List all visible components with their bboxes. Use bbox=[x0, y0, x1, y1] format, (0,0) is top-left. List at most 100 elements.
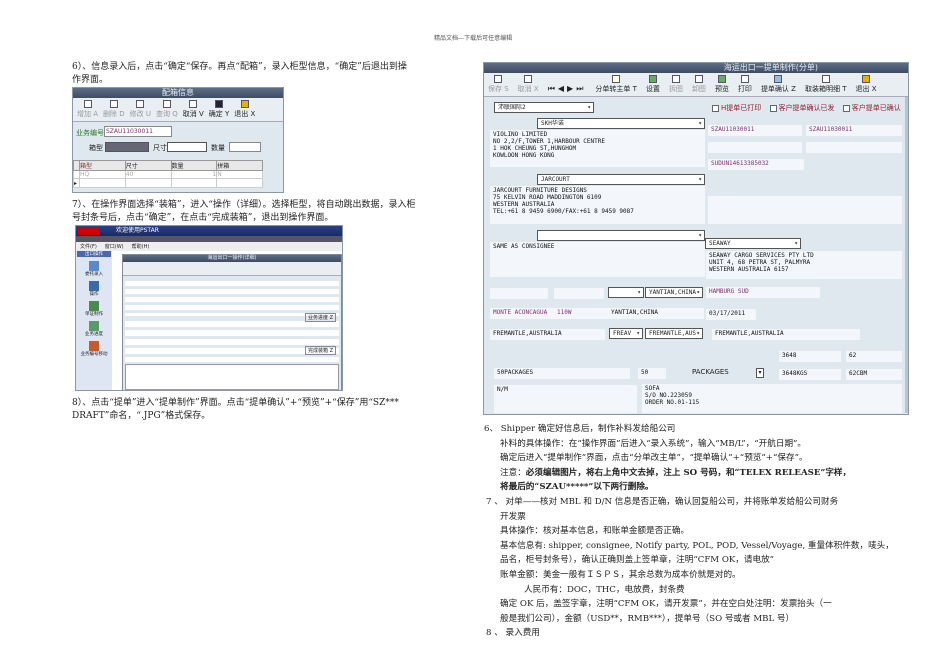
text-line: 注意： bbox=[500, 467, 526, 478]
sent-checkbox[interactable] bbox=[769, 104, 777, 112]
dialog-toolbar: 增加 A 删除 D 修改 U 查询 Q 取消 V 确定 Y 退出 X bbox=[73, 98, 283, 122]
confirm-button[interactable]: 确定 Y bbox=[209, 100, 229, 119]
company-select[interactable]: 沛联国际2 bbox=[494, 102, 594, 113]
edit-icon bbox=[136, 100, 145, 108]
exit-button[interactable]: 退出 X bbox=[234, 100, 255, 119]
text-line: 开发票 bbox=[500, 511, 526, 522]
sidebar-item[interactable]: 操作 bbox=[76, 281, 112, 297]
unload-button[interactable]: 卸图 bbox=[692, 75, 706, 94]
menu-file[interactable]: 文件(F) bbox=[80, 243, 97, 250]
empty-field[interactable] bbox=[806, 142, 902, 153]
weight-kg-field[interactable]: 3648KGS bbox=[779, 369, 841, 380]
col-header: 尺寸 bbox=[124, 160, 172, 171]
step8-line: 8）、点击“提单”进入“提单制作”界面。点击“提单确认”+“预览”+“保存”用“… bbox=[72, 398, 399, 408]
weight-field[interactable]: 3648 bbox=[779, 351, 841, 362]
query-button[interactable]: 查询 Q bbox=[156, 100, 178, 119]
container-dialog-screenshot: 配箱信息 增加 A 删除 D 修改 U 查询 Q 取消 V 确定 Y 退出 X … bbox=[72, 87, 284, 193]
document-icon bbox=[821, 75, 830, 83]
printed-checkbox[interactable] bbox=[712, 104, 719, 112]
agent-select[interactable]: SEAWAY bbox=[705, 238, 801, 249]
right-instructions: 6、 Shipper 确定好信息后，制作补料发给船公司 补料的具体操作：在“操作… bbox=[484, 422, 894, 641]
unload-icon bbox=[694, 75, 703, 83]
carrier-field[interactable]: HAMBURG SUD bbox=[706, 287, 820, 298]
qty-input[interactable] bbox=[229, 142, 261, 152]
step7-line: 号封条号后，点击“确定”，在点击“完成装箱”，退出到操作界面。 bbox=[72, 213, 334, 223]
empty-field[interactable] bbox=[708, 196, 902, 224]
box-type-label: 箱型 bbox=[89, 144, 103, 152]
text-line: 账单金额：美金一般有ＩＳＰＳ，其余总数为成本价就是对的。 bbox=[500, 569, 741, 580]
consignee-select[interactable]: JARCOURT bbox=[537, 174, 705, 185]
sidebar-item[interactable]: 业务进度 bbox=[76, 321, 112, 337]
biz-number-input[interactable]: SZAU11030011 bbox=[104, 126, 172, 137]
sidebar-item[interactable]: 委托录入 bbox=[76, 261, 112, 277]
menu-help[interactable]: 帮助(H) bbox=[132, 243, 150, 250]
destination-field[interactable]: FREMANTLE,AUSTRALIA bbox=[712, 329, 860, 340]
settings-button[interactable]: 设置 bbox=[646, 75, 660, 94]
sidebar-item[interactable]: 业务编号移动 bbox=[76, 341, 112, 357]
print-button[interactable]: 打印 bbox=[738, 75, 752, 94]
packing-detail-button[interactable]: 取装箱明细 T bbox=[805, 75, 846, 94]
save-button[interactable]: 保存 S bbox=[488, 75, 509, 94]
complete-packing-button[interactable]: 完成装箱 Z bbox=[304, 346, 336, 355]
code-select[interactable] bbox=[608, 287, 644, 298]
consignee-field[interactable]: JARCOURT FURNITURE DESIGNS 75 KELVIN ROA… bbox=[490, 186, 705, 224]
shipper-field[interactable]: VIOLINO LIMITED NO 2,2/F,TOWER 1,HARBOUR… bbox=[490, 130, 705, 167]
date-field[interactable]: 03/17/2011 bbox=[706, 309, 756, 320]
split-button[interactable]: 拆图 bbox=[669, 75, 683, 94]
bl-confirm-button[interactable]: 提单确认 Z bbox=[761, 75, 796, 94]
delete-icon bbox=[109, 100, 118, 108]
shipper-select[interactable]: SKH华诺 bbox=[537, 118, 705, 129]
notify-field[interactable]: SAME AS CONSIGNEE bbox=[490, 242, 705, 277]
split-to-master-button[interactable]: 分单转主单 T bbox=[595, 75, 637, 94]
empty-field[interactable] bbox=[554, 288, 604, 299]
size-select[interactable] bbox=[167, 142, 207, 152]
menu-window[interactable]: 窗口(W) bbox=[105, 243, 124, 250]
cancel-button[interactable]: 取消 X bbox=[518, 75, 539, 94]
notify-select[interactable] bbox=[537, 230, 705, 241]
empty-field[interactable] bbox=[708, 142, 802, 153]
pod-field[interactable]: FREMANTLE,AUSTRALIA bbox=[490, 329, 605, 340]
query-icon bbox=[162, 100, 171, 108]
bl-toolbar: 保存 S 取消 X ⏮◀▶⏭ 分单转主单 T 设置 拆图 卸图 预览 打印 提单… bbox=[484, 73, 908, 97]
undo-icon bbox=[189, 100, 198, 108]
exit-icon bbox=[240, 100, 249, 108]
dialog-title: 配箱信息 bbox=[73, 88, 283, 98]
volume-field[interactable]: 62 bbox=[846, 351, 902, 362]
undo-icon bbox=[524, 75, 533, 83]
step6-text: 6）、信息录入后，点击“确定“保存。再点“配箱”，录入柜型信息，“确定”后退出到… bbox=[72, 61, 407, 87]
status-checkboxes: H提单已打印 客户提单确认已发 客户提单已确认 bbox=[706, 103, 901, 113]
pod-code-select[interactable]: FREAV bbox=[609, 328, 643, 339]
operation-app-screenshot: 欢迎使用PSTAR 文件(F) 窗口(W) 帮助(H) 出口操作 委托录入 操作 单… bbox=[75, 225, 343, 391]
add-button[interactable]: 增加 A bbox=[77, 100, 98, 119]
description-field[interactable]: SOFA S/O NO.223059 ORDER NO.01-115 bbox=[642, 384, 902, 413]
exit-button[interactable]: 退出 X bbox=[855, 75, 877, 94]
ref-field-1[interactable]: SZAU11030011 bbox=[708, 125, 802, 136]
mbl-field[interactable]: SUDUN14613385032 bbox=[708, 159, 804, 170]
chevron-down-icon[interactable]: ▾ bbox=[756, 368, 764, 378]
bill-of-lading-window: 海运出口一提单制作(分单) 保存 S 取消 X ⏮◀▶⏭ 分单转主单 T 设置 … bbox=[483, 62, 909, 415]
edit-button[interactable]: 修改 U bbox=[130, 100, 151, 119]
marks-field[interactable]: N/M bbox=[494, 385, 637, 413]
pol-select[interactable]: YANTIAN,CHINA bbox=[645, 287, 703, 298]
voyage-field[interactable]: 110W bbox=[554, 308, 606, 319]
empty-field[interactable] bbox=[490, 288, 548, 299]
text-line: 般是我们公司），金额（USD**，RMB***），提单号（SO 号或者 MBL … bbox=[500, 613, 795, 624]
packages-field[interactable]: 50 bbox=[638, 368, 666, 379]
preview-button[interactable]: 预览 bbox=[715, 75, 729, 94]
progress-button[interactable]: 业务进度 Z bbox=[304, 313, 336, 322]
agent-field[interactable]: SEAWAY CARGO SERVICES PTY LTD UNIT 4, 68… bbox=[706, 251, 902, 279]
sidebar-item[interactable]: 单证制作 bbox=[76, 301, 112, 317]
pod-select[interactable]: FREMANTLE,AUS bbox=[645, 328, 703, 339]
text-line: 7 、 对单——核对 MBL 和 D/N 信息是否正确，确认回复船公司，并将账单… bbox=[486, 496, 839, 507]
confirmed-checkbox[interactable] bbox=[842, 104, 850, 112]
packages-text-field[interactable]: 50PACKAGES bbox=[494, 368, 630, 379]
cbm-field[interactable]: 62CBM bbox=[846, 369, 902, 380]
box-type-select[interactable] bbox=[105, 142, 149, 152]
pol-field[interactable]: YANTIAN,CHINA bbox=[608, 308, 704, 319]
record-nav[interactable]: ⏮◀▶⏭ bbox=[548, 84, 587, 94]
ref-field-2[interactable]: SZAU11030011 bbox=[806, 125, 902, 136]
delete-button[interactable]: 删除 D bbox=[103, 100, 125, 119]
unit-select[interactable]: PACKAGES bbox=[692, 368, 729, 376]
cancel-button[interactable]: 取消 V bbox=[183, 100, 204, 119]
table-row[interactable]: HQ 40 1N bbox=[73, 170, 263, 179]
